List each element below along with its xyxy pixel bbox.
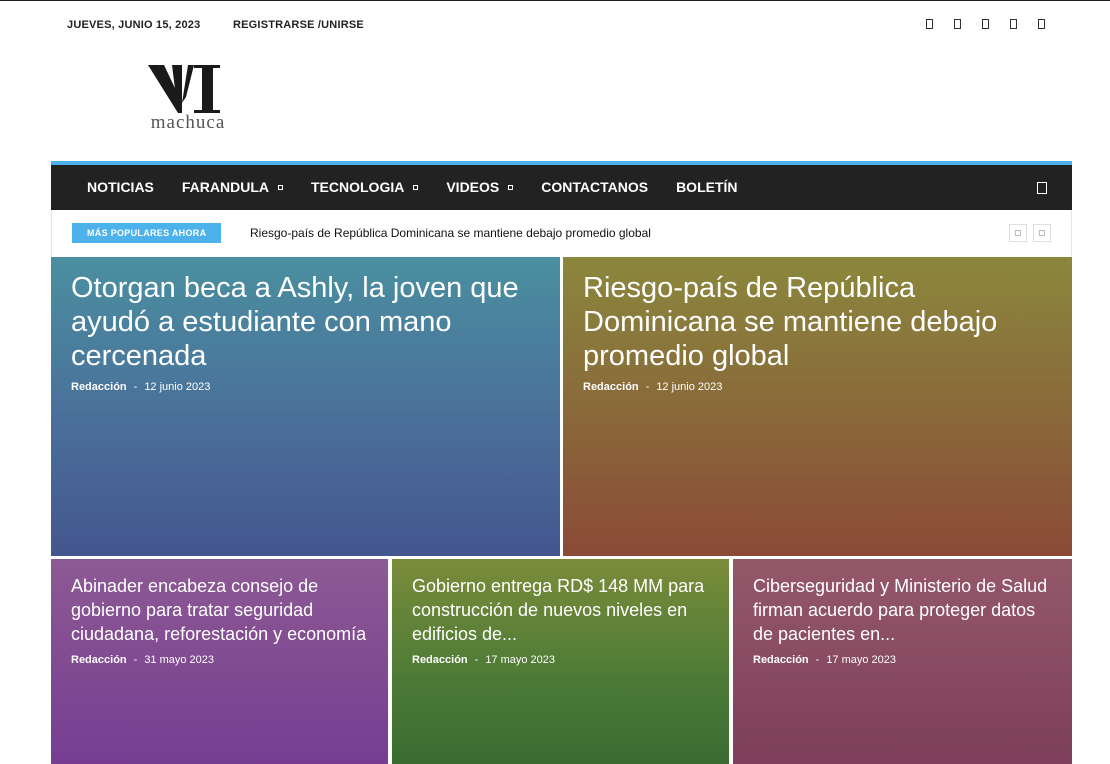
article-title[interactable]: Ciberseguridad y Ministerio de Salud fir…: [753, 574, 1056, 646]
article-author[interactable]: Redacción: [753, 654, 809, 666]
nav-menu: NOTICIAS FARANDULA TECNOLOGIA VIDEOS CON…: [73, 165, 752, 210]
article-date: 12 junio 2023: [144, 381, 211, 393]
nav-item-label: VIDEOS: [446, 179, 500, 195]
top-bar: JUEVES, JUNIO 15, 2023 REGISTRARSE /UNIR…: [51, 1, 1072, 51]
meta-separator: -: [133, 381, 138, 393]
article-author[interactable]: Redacción: [583, 381, 639, 393]
meta-separator: -: [474, 654, 479, 666]
nav-item-label: NOTICIAS: [87, 179, 154, 195]
featured-article-card[interactable]: Gobierno entrega RD$ 148 MM para constru…: [392, 559, 729, 764]
twitter-icon[interactable]: [982, 19, 989, 29]
featured-article-card[interactable]: Abinader encabeza consejo de gobierno pa…: [51, 559, 388, 764]
meta-separator: -: [133, 654, 138, 666]
featured-article-card[interactable]: Otorgan beca a Ashly, la joven que ayudó…: [51, 257, 560, 556]
trending-ticker: MÁS POPULARES AHORA Riesgo-país de Repúb…: [51, 210, 1072, 257]
meta-separator: -: [815, 654, 820, 666]
article-date: 31 mayo 2023: [144, 654, 215, 666]
article-meta: Redacción -12 junio 2023: [71, 381, 210, 393]
featured-article-card[interactable]: Riesgo-país de República Dominicana se m…: [563, 257, 1072, 556]
facebook-icon[interactable]: [926, 19, 933, 29]
current-date: JUEVES, JUNIO 15, 2023: [67, 19, 201, 31]
nav-item-label: CONTACTANOS: [541, 179, 649, 195]
nav-item-videos[interactable]: VIDEOS: [432, 165, 527, 210]
dropdown-arrow-icon: [508, 185, 514, 190]
logo-monogram: [148, 65, 220, 113]
nav-item-label: FARANDULA: [181, 179, 269, 195]
meta-separator: -: [645, 381, 650, 393]
chevron-left-icon: [1015, 230, 1021, 236]
social-icons: [926, 19, 1045, 29]
nav-item-farandula[interactable]: FARANDULA: [168, 165, 297, 210]
article-meta: Redacción -31 mayo 2023: [71, 654, 214, 666]
main-navigation: NOTICIAS FARANDULA TECNOLOGIA VIDEOS CON…: [51, 161, 1072, 210]
nav-item-label: TECNOLOGIA: [311, 179, 405, 195]
article-author[interactable]: Redacción: [412, 654, 468, 666]
article-title[interactable]: Abinader encabeza consejo de gobierno pa…: [71, 574, 372, 646]
trending-headline-link[interactable]: Riesgo-país de República Dominicana se m…: [250, 226, 651, 240]
logo-wordmark: machuca: [150, 112, 226, 133]
nav-item-boletin[interactable]: BOLETÍN: [662, 165, 751, 210]
article-author[interactable]: Redacción: [71, 654, 127, 666]
ticker-controls: [1009, 224, 1051, 242]
dropdown-arrow-icon: [278, 185, 283, 190]
dropdown-arrow-icon: [413, 185, 419, 190]
nav-item-tecnologia[interactable]: TECNOLOGIA: [297, 165, 432, 210]
instagram-icon[interactable]: [954, 19, 961, 29]
article-date: 12 junio 2023: [656, 381, 723, 393]
register-link[interactable]: REGISTRARSE /UNIRSE: [233, 19, 364, 31]
search-icon[interactable]: [1037, 182, 1047, 194]
nav-item-noticias[interactable]: NOTICIAS: [73, 165, 168, 210]
nav-item-label: BOLETÍN: [676, 179, 738, 195]
chevron-right-icon: [1039, 230, 1045, 236]
youtube-icon[interactable]: [1038, 19, 1045, 29]
site-logo[interactable]: machuca: [136, 63, 240, 133]
article-meta: Redacción -17 mayo 2023: [412, 654, 555, 666]
article-meta: Redacción -12 junio 2023: [583, 381, 722, 393]
article-author[interactable]: Redacción: [71, 381, 127, 393]
trending-badge: MÁS POPULARES AHORA: [72, 223, 222, 243]
nav-item-contactanos[interactable]: CONTACTANOS: [527, 165, 662, 210]
article-date: 17 mayo 2023: [485, 654, 556, 666]
ticker-prev-button[interactable]: [1009, 224, 1027, 242]
article-meta: Redacción -17 mayo 2023: [753, 654, 896, 666]
article-title[interactable]: Gobierno entrega RD$ 148 MM para constru…: [412, 574, 713, 646]
featured-article-card[interactable]: Ciberseguridad y Ministerio de Salud fir…: [733, 559, 1072, 764]
article-title[interactable]: Riesgo-país de República Dominicana se m…: [583, 271, 1052, 373]
article-date: 17 mayo 2023: [826, 654, 897, 666]
article-title[interactable]: Otorgan beca a Ashly, la joven que ayudó…: [71, 271, 540, 373]
ticker-next-button[interactable]: [1033, 224, 1051, 242]
vimeo-icon[interactable]: [1010, 19, 1017, 29]
